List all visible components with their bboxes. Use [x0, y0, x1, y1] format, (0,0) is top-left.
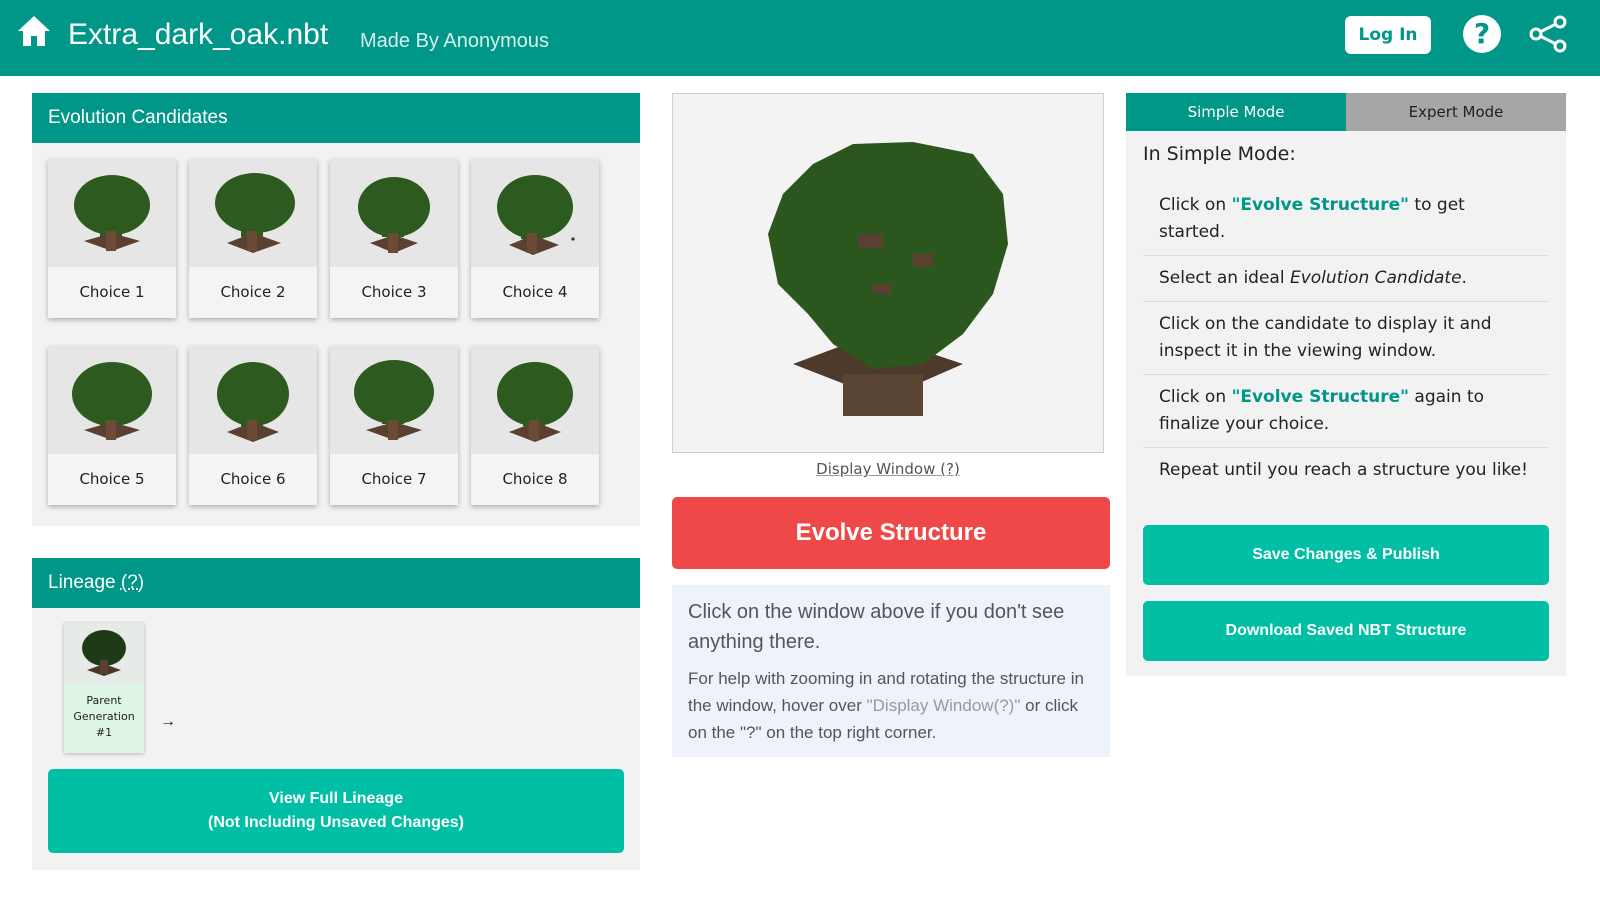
- tab-expert-mode[interactable]: Expert Mode: [1346, 93, 1566, 131]
- candidate-label: Choice 1: [48, 267, 176, 318]
- top-bar: Extra_dark_oak.nbt Made By Anonymous Log…: [0, 0, 1600, 76]
- candidate-thumbnail: [189, 346, 317, 454]
- lineage-heading: Lineage (?): [32, 558, 640, 608]
- step-3: Click on the candidate to display it and…: [1143, 302, 1549, 375]
- evolve-structure-button[interactable]: Evolve Structure: [672, 497, 1110, 569]
- download-nbt-button[interactable]: Download Saved NBT Structure: [1143, 601, 1549, 661]
- candidate-label: Choice 7: [330, 454, 458, 505]
- login-button[interactable]: Log In: [1345, 16, 1431, 54]
- display-window[interactable]: [672, 93, 1104, 453]
- display-window-help-link[interactable]: Display Window (?): [816, 460, 960, 478]
- parent-generation-card[interactable]: Parent Generation #1: [64, 623, 144, 753]
- candidate-thumbnail: [48, 159, 176, 267]
- candidate-thumbnail: [471, 159, 599, 267]
- step-5: Repeat until you reach a structure you l…: [1159, 460, 1528, 480]
- candidate-thumbnail: [189, 159, 317, 267]
- candidate-label: Choice 5: [48, 454, 176, 505]
- candidate-card-6[interactable]: Choice 6: [189, 346, 317, 505]
- candidate-card-2[interactable]: Choice 2: [189, 159, 317, 318]
- info-box: Click on the window above if you don't s…: [672, 585, 1110, 757]
- candidate-label: Choice 4: [471, 267, 599, 318]
- candidate-card-5[interactable]: Choice 5: [48, 346, 176, 505]
- candidate-card-4[interactable]: Choice 4: [471, 159, 599, 318]
- structure-render: [768, 142, 1008, 416]
- author-subtitle: Made By Anonymous: [360, 30, 549, 52]
- lineage-panel: Lineage (?) Parent Generation #1 → View …: [32, 558, 640, 870]
- lineage-title: Lineage: [48, 572, 116, 593]
- parent-generation-label: Parent Generation #1: [73, 694, 135, 739]
- save-publish-button[interactable]: Save Changes & Publish: [1143, 525, 1549, 585]
- share-icon[interactable]: [1528, 14, 1568, 54]
- candidate-card-1[interactable]: Choice 1: [48, 159, 176, 318]
- info-main-text: Click on the window above if you don't s…: [688, 601, 1065, 653]
- candidate-card-7[interactable]: Choice 7: [330, 346, 458, 505]
- view-full-lineage-button[interactable]: View Full Lineage (Not Including Unsaved…: [48, 769, 624, 853]
- help-icon[interactable]: ?: [1463, 15, 1501, 53]
- display-window-caption: Display Window (?): [672, 460, 1104, 478]
- page-title: Extra_dark_oak.nbt: [68, 18, 329, 51]
- candidates-heading: Evolution Candidates: [32, 93, 640, 143]
- parent-thumbnail: [64, 623, 144, 685]
- step-1: Click on "Evolve Structure" to get start…: [1143, 183, 1549, 256]
- evolution-candidates-panel: Evolution Candidates Choice 1 Choice 2 C…: [32, 93, 640, 526]
- home-icon[interactable]: [17, 14, 51, 48]
- lineage-help-link[interactable]: (?): [121, 572, 144, 593]
- tab-simple-mode[interactable]: Simple Mode: [1126, 93, 1346, 131]
- step-4: Click on "Evolve Structure" again to fin…: [1143, 375, 1549, 448]
- candidate-label: Choice 8: [471, 454, 599, 505]
- candidate-thumbnail: [471, 346, 599, 454]
- candidate-thumbnail: [330, 346, 458, 454]
- candidate-label: Choice 3: [330, 267, 458, 318]
- candidate-thumbnail: [48, 346, 176, 454]
- candidate-card-8[interactable]: Choice 8: [471, 346, 599, 505]
- candidate-thumbnail: [330, 159, 458, 267]
- candidate-label: Choice 2: [189, 267, 317, 318]
- candidate-card-3[interactable]: Choice 3: [330, 159, 458, 318]
- info-sub-text: For help with zooming in and rotating th…: [688, 669, 1084, 742]
- step-2: Select an ideal Evolution Candidate.: [1143, 256, 1549, 302]
- candidate-label: Choice 6: [189, 454, 317, 505]
- arrow-right-icon: →: [160, 713, 176, 730]
- instructions-panel: Simple Mode Expert Mode In Simple Mode: …: [1126, 93, 1566, 676]
- mode-heading: In Simple Mode:: [1143, 143, 1296, 165]
- steps-list: Click on "Evolve Structure" to get start…: [1143, 183, 1549, 493]
